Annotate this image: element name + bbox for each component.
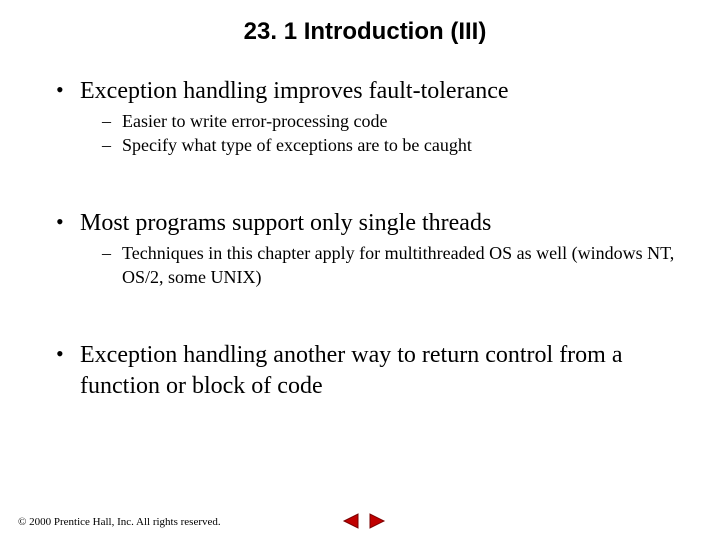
sub-item: Techniques in this chapter apply for mul… <box>80 241 680 290</box>
slide: 23. 1 Introduction (III) Exception handl… <box>0 0 720 540</box>
sub-item: Easier to write error-processing code <box>80 109 680 133</box>
triangle-left-icon <box>342 513 360 529</box>
bullet-list: Exception handling improves fault-tolera… <box>50 76 680 402</box>
copyright-footer: © 2000 Prentice Hall, Inc. All rights re… <box>18 516 221 528</box>
bullet-text: Exception handling improves fault-tolera… <box>80 78 509 104</box>
bullet-item: Exception handling improves fault-tolera… <box>50 76 680 158</box>
triangle-right-icon <box>368 513 386 529</box>
sub-list: Techniques in this chapter apply for mul… <box>80 241 680 290</box>
bullet-item: Exception handling another way to return… <box>50 340 680 402</box>
bullet-text: Exception handling another way to return… <box>80 342 623 399</box>
bullet-item: Most programs support only single thread… <box>50 208 680 290</box>
prev-button[interactable] <box>342 512 364 529</box>
sub-item: Specify what type of exceptions are to b… <box>80 133 680 157</box>
nav-buttons <box>340 512 388 530</box>
sub-list: Easier to write error-processing code Sp… <box>80 109 680 158</box>
bullet-text: Most programs support only single thread… <box>80 210 491 236</box>
next-button[interactable] <box>368 512 386 529</box>
slide-title: 23. 1 Introduction (III) <box>50 18 680 46</box>
